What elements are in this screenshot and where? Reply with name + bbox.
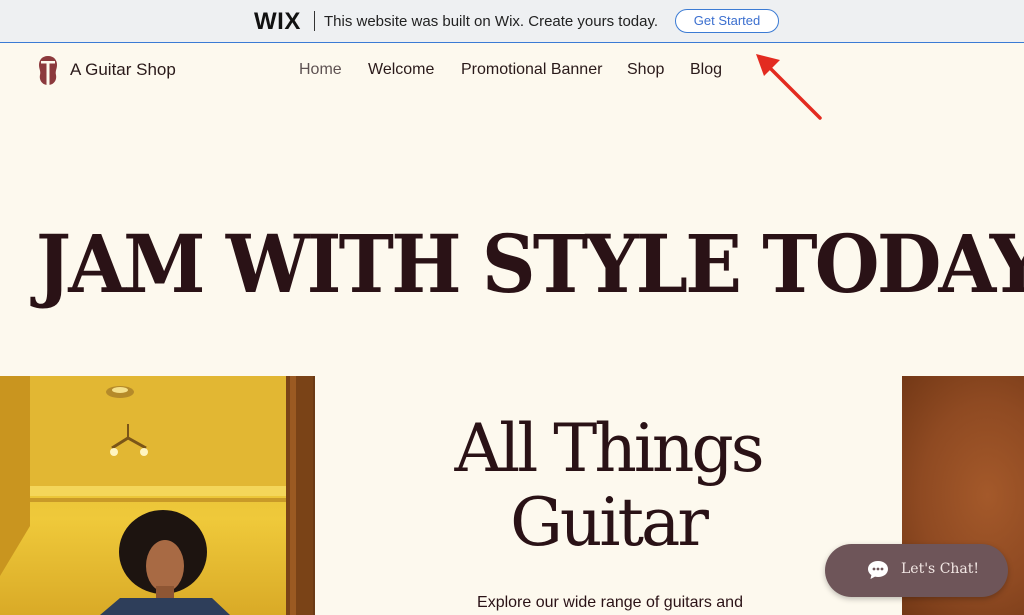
nav-item-blog[interactable]: Blog [690,61,722,79]
nav-item-welcome[interactable]: Welcome [368,61,434,79]
wix-divider [314,11,315,31]
nav-item-shop[interactable]: Shop [627,61,664,79]
section-title-line2: Guitar [510,484,709,561]
red-arrow-annotation [756,54,822,120]
chat-bubble-icon [868,561,888,579]
hero-headline: JAM WITH STYLE TODAY! [35,217,1024,311]
chat-button[interactable]: Let's Chat! [825,544,1008,597]
section-description: Explore our wide range of guitars and [477,594,743,611]
main-navigation: Home Welcome Promotional Banner Shop Blo… [0,61,1024,81]
wix-banner: WIX This website was built on Wix. Creat… [0,0,1024,43]
wix-banner-message: This website was built on Wix. Create yo… [324,13,659,30]
nav-item-home[interactable]: Home [299,61,342,79]
chat-label: Let's Chat! [901,561,980,577]
get-started-button[interactable]: Get Started [675,9,779,33]
section-title: All Things Guitar [418,412,798,560]
nav-item-promotional-banner[interactable]: Promotional Banner [461,61,602,79]
guitarist-photo [0,376,315,615]
section-title-line1: All Things [454,410,764,487]
wix-logo[interactable]: WIX [254,8,301,36]
guitarist-photo-illustration [0,376,313,615]
